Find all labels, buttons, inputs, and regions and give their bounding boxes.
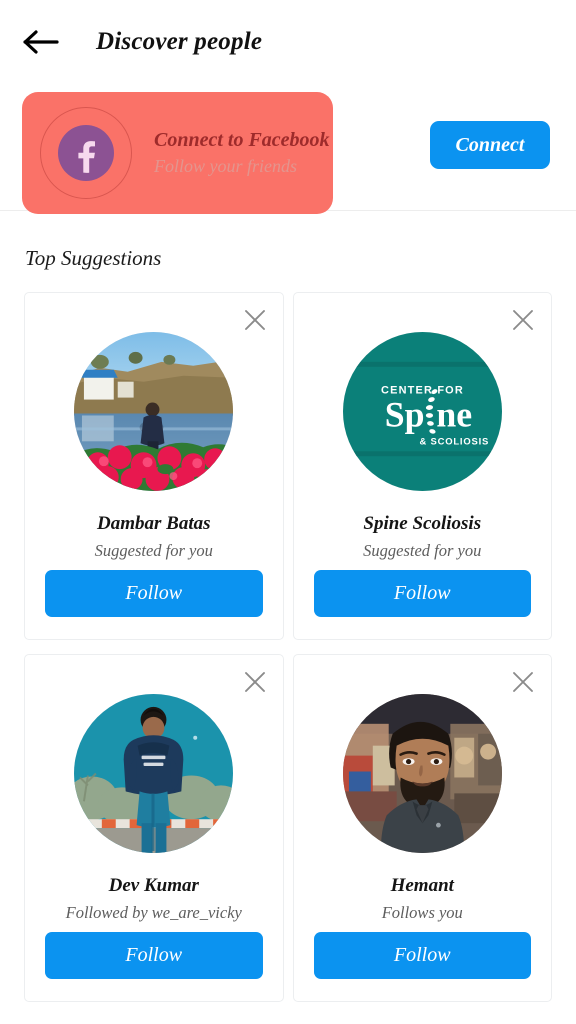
suggestion-card[interactable]: Dambar Batas Suggested for you Follow xyxy=(24,292,284,640)
avatar[interactable]: CENTER FOR Sp ne & SCOLIOSIS xyxy=(342,332,502,491)
person-meta: Followed by we_are_vicky xyxy=(65,902,242,922)
close-icon[interactable] xyxy=(506,303,540,337)
facebook-connect-card[interactable]: Connect to Facebook Follow your friends xyxy=(22,92,333,214)
facebook-title: Connect to Facebook xyxy=(154,128,330,151)
person-name: Dambar Batas xyxy=(97,513,211,534)
svg-text:ne: ne xyxy=(436,394,472,434)
close-icon[interactable] xyxy=(238,665,272,699)
close-icon[interactable] xyxy=(238,303,272,337)
follow-button[interactable]: Follow xyxy=(45,570,263,617)
suggestion-card[interactable]: Dev Kumar Followed by we_are_vicky Follo… xyxy=(24,654,284,1002)
svg-text:Sp: Sp xyxy=(384,394,424,434)
app-header: Discover people xyxy=(0,0,576,84)
suggestion-card[interactable]: Hemant Follows you Follow xyxy=(292,654,552,1002)
person-meta: Suggested for you xyxy=(94,540,213,560)
avatar[interactable] xyxy=(74,332,234,491)
person-name: Spine Scoliosis xyxy=(363,513,482,534)
facebook-subtitle: Follow your friends xyxy=(154,155,297,176)
person-meta: Suggested for you xyxy=(363,540,482,560)
facebook-icon xyxy=(58,125,114,181)
person-name: Hemant xyxy=(390,875,454,896)
suggestion-card[interactable]: CENTER FOR Sp ne & SCOLIOSIS Spine Scoli… xyxy=(292,292,552,640)
avatar[interactable] xyxy=(342,694,502,853)
facebook-connect-section: Connect to Facebook Follow your friends … xyxy=(0,84,576,214)
facebook-texts: Connect to Facebook Follow your friends xyxy=(154,128,330,178)
follow-button[interactable]: Follow xyxy=(313,932,531,979)
close-icon[interactable] xyxy=(506,665,540,699)
follow-button[interactable]: Follow xyxy=(313,570,531,617)
connect-button[interactable]: Connect xyxy=(430,121,550,169)
person-name: Dev Kumar xyxy=(108,875,199,896)
avatar[interactable] xyxy=(74,694,234,853)
page-title: Discover people xyxy=(96,28,263,55)
follow-button[interactable]: Follow xyxy=(45,932,263,979)
top-suggestions-title: Top Suggestions xyxy=(25,246,162,270)
back-button[interactable] xyxy=(14,15,68,69)
arrow-left-icon xyxy=(22,28,60,56)
suggestions-grid: Dambar Batas Suggested for you Follow CE… xyxy=(24,292,552,1002)
person-meta: Follows you xyxy=(381,902,463,922)
svg-text:& SCOLIOSIS: & SCOLIOSIS xyxy=(419,436,489,447)
facebook-icon-ring xyxy=(40,107,132,199)
